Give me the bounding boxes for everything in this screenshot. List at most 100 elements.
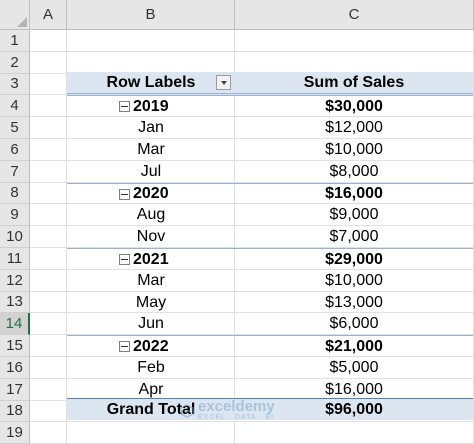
exceldemy-watermark: exceldemy EXCEL · DATA · BI: [180, 398, 275, 421]
grid-cell[interactable]: [30, 291, 67, 314]
grid-cell[interactable]: [30, 357, 67, 379]
row-header-6[interactable]: 6: [0, 139, 30, 161]
spreadsheet-grid: A B C 1 2 3 4 5 6 7 8 9 10 11 12 13 14 15 16 17 18 19 Row …: [0, 0, 474, 444]
month-label[interactable]: Mar: [67, 139, 235, 161]
grid-cell[interactable]: [30, 95, 67, 118]
row-header-15[interactable]: 15: [0, 335, 30, 357]
year-label-cell[interactable]: 2021: [67, 249, 235, 270]
month-label[interactable]: Feb: [67, 357, 235, 379]
column-header-c[interactable]: C: [235, 0, 474, 30]
pivot-header-row: Row Labels Sum of Sales: [67, 72, 473, 94]
year-label: 2021: [133, 250, 169, 268]
collapse-minus-icon[interactable]: [119, 188, 130, 200]
month-sales[interactable]: $6,000: [235, 313, 473, 335]
year-label-cell[interactable]: 2019: [67, 96, 235, 117]
grid-cell[interactable]: [30, 139, 67, 161]
row-labels-filter-button[interactable]: [216, 75, 231, 90]
select-all-corner[interactable]: [0, 0, 30, 30]
month-label[interactable]: Mar: [67, 270, 235, 292]
grid-cell[interactable]: [30, 335, 67, 357]
row-header-2[interactable]: 2: [0, 51, 30, 74]
grid-cell[interactable]: [67, 51, 235, 74]
row-header-12[interactable]: 12: [0, 269, 30, 292]
month-sales[interactable]: $8,000: [235, 161, 473, 183]
month-label[interactable]: Jul: [67, 161, 235, 183]
grid-cell[interactable]: [30, 226, 67, 248]
row-header-11[interactable]: 11: [0, 248, 30, 270]
year-label-cell[interactable]: 2020: [67, 184, 235, 205]
row-header-16[interactable]: 16: [0, 357, 30, 379]
month-row: Jan $12,000: [67, 117, 473, 139]
month-row: May $13,000: [67, 292, 473, 314]
row-header-5[interactable]: 5: [0, 117, 30, 139]
month-row: Jun $6,000: [67, 313, 473, 335]
exceldemy-logo-icon: [180, 403, 194, 418]
grid-cell[interactable]: [30, 160, 67, 183]
row-header-14[interactable]: 14: [0, 313, 30, 336]
year-group-row: 2022 $21,000: [67, 335, 473, 357]
month-sales[interactable]: $10,000: [235, 139, 473, 161]
grid-cell[interactable]: [30, 378, 67, 401]
grid-cell[interactable]: [67, 30, 235, 52]
grid-cell[interactable]: [30, 73, 67, 96]
grid-cell[interactable]: [30, 30, 67, 52]
month-row: Jul $8,000: [67, 161, 473, 183]
row-header-13[interactable]: 13: [0, 291, 30, 314]
dropdown-arrow-icon: [220, 80, 227, 85]
year-group-row: 2020 $16,000: [67, 182, 473, 205]
grid-cell[interactable]: [30, 204, 67, 227]
month-label[interactable]: Aug: [67, 204, 235, 226]
row-header-1[interactable]: 1: [0, 30, 30, 52]
row-labels-text: Row Labels: [106, 73, 196, 91]
year-total[interactable]: $16,000: [235, 184, 473, 205]
grid-cell[interactable]: [235, 51, 474, 74]
row-header-9[interactable]: 9: [0, 204, 30, 227]
month-label[interactable]: Jan: [67, 117, 235, 139]
year-label-cell[interactable]: 2022: [67, 336, 235, 357]
month-sales[interactable]: $12,000: [235, 117, 473, 139]
month-label[interactable]: May: [67, 292, 235, 314]
year-label: 2020: [133, 185, 169, 203]
grid-cell[interactable]: [235, 30, 474, 52]
month-label[interactable]: Nov: [67, 226, 235, 248]
grid-cell[interactable]: [30, 313, 67, 336]
sum-of-sales-header[interactable]: Sum of Sales: [235, 72, 473, 93]
row-labels-header[interactable]: Row Labels: [67, 72, 235, 93]
row-header-3[interactable]: 3: [0, 73, 30, 96]
row-header-17[interactable]: 17: [0, 378, 30, 401]
grid-cell[interactable]: [235, 422, 474, 444]
month-sales[interactable]: $5,000: [235, 357, 473, 379]
grid-cell[interactable]: [30, 248, 67, 270]
row-header-10[interactable]: 10: [0, 226, 30, 248]
row-header-4[interactable]: 4: [0, 95, 30, 118]
month-label[interactable]: Jun: [67, 313, 235, 335]
column-header-b[interactable]: B: [67, 0, 235, 30]
watermark-name: exceldemy: [198, 398, 275, 415]
year-label: 2019: [133, 97, 169, 115]
collapse-minus-icon[interactable]: [119, 101, 130, 113]
grid-cell[interactable]: [30, 51, 67, 74]
grid-cell[interactable]: [30, 117, 67, 139]
month-row: Feb $5,000: [67, 357, 473, 379]
row-header-18[interactable]: 18: [0, 400, 30, 423]
month-sales[interactable]: $7,000: [235, 226, 473, 248]
grid-cell[interactable]: [30, 182, 67, 205]
collapse-minus-icon[interactable]: [119, 341, 130, 353]
year-total[interactable]: $29,000: [235, 249, 473, 270]
year-total[interactable]: $21,000: [235, 336, 473, 357]
grid-cell[interactable]: [30, 400, 67, 423]
year-group-row: 2019 $30,000: [67, 95, 473, 117]
month-sales[interactable]: $10,000: [235, 270, 473, 292]
row-header-7[interactable]: 7: [0, 160, 30, 183]
collapse-minus-icon[interactable]: [119, 254, 130, 265]
month-sales[interactable]: $13,000: [235, 292, 473, 314]
row-header-8[interactable]: 8: [0, 182, 30, 205]
grid-cell[interactable]: [67, 422, 235, 444]
month-row: Mar $10,000: [67, 139, 473, 161]
year-total[interactable]: $30,000: [235, 96, 473, 117]
row-header-19[interactable]: 19: [0, 422, 30, 444]
grid-cell[interactable]: [30, 422, 67, 444]
month-sales[interactable]: $9,000: [235, 204, 473, 226]
column-header-a[interactable]: A: [30, 0, 67, 30]
grid-cell[interactable]: [30, 269, 67, 292]
